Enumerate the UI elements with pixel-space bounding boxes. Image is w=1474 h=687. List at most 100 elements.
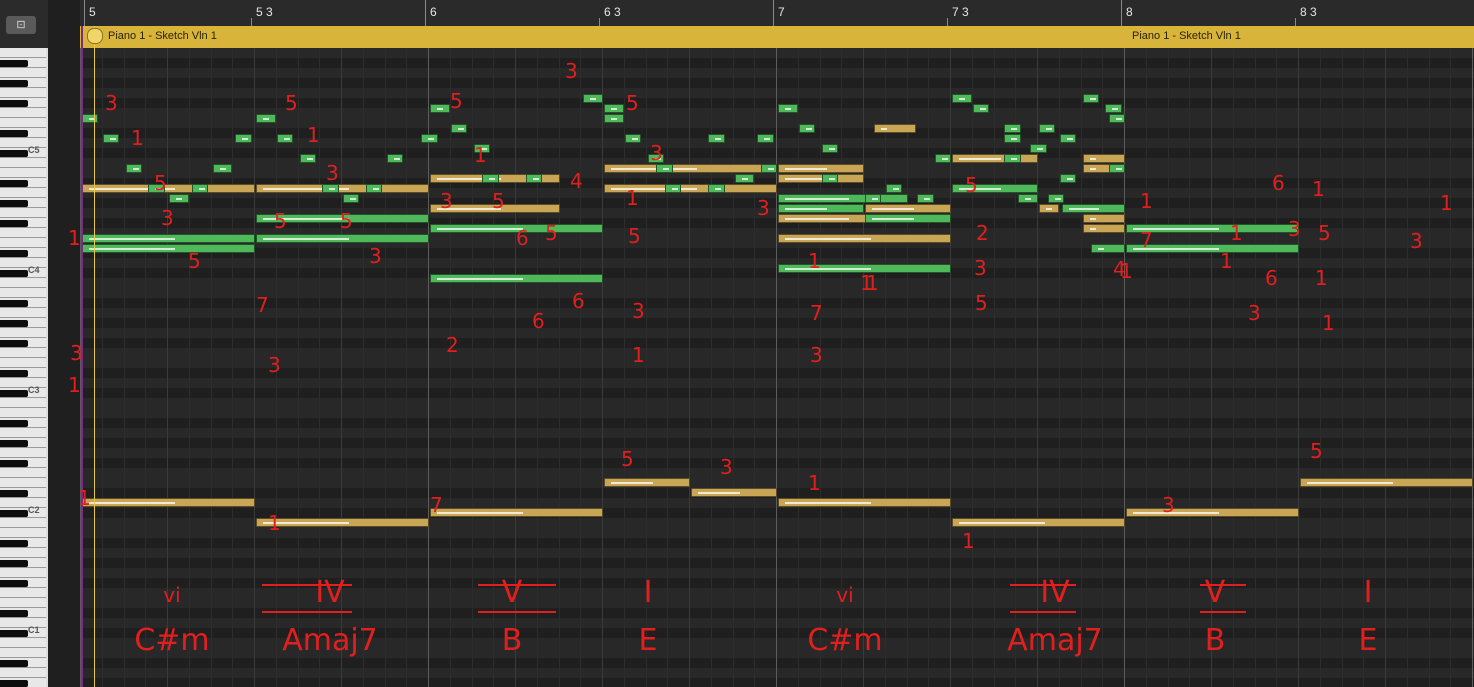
black-key[interactable] <box>0 660 28 667</box>
black-key[interactable] <box>0 320 28 327</box>
midi-note[interactable] <box>256 518 429 527</box>
midi-note[interactable] <box>885 184 903 193</box>
midi-note[interactable] <box>82 114 99 123</box>
midi-note[interactable] <box>798 124 816 133</box>
midi-note[interactable] <box>1108 114 1125 123</box>
midi-note[interactable] <box>430 104 450 113</box>
midi-note[interactable] <box>708 184 725 193</box>
black-key[interactable] <box>0 460 28 467</box>
midi-note[interactable] <box>583 94 603 103</box>
midi-note[interactable] <box>1018 194 1038 203</box>
midi-note[interactable] <box>604 114 624 123</box>
black-key[interactable] <box>0 390 28 397</box>
white-key[interactable] <box>0 48 46 58</box>
white-key[interactable] <box>0 238 46 248</box>
white-key[interactable] <box>0 528 46 538</box>
midi-note[interactable] <box>865 194 882 203</box>
white-key[interactable] <box>0 408 46 418</box>
white-key[interactable] <box>0 568 46 578</box>
midi-note[interactable] <box>365 184 382 193</box>
midi-note[interactable] <box>430 508 603 517</box>
white-key[interactable] <box>0 118 46 128</box>
black-key[interactable] <box>0 580 28 587</box>
black-key[interactable] <box>0 540 28 547</box>
midi-note[interactable] <box>1126 244 1299 253</box>
midi-note[interactable] <box>169 194 189 203</box>
white-key[interactable] <box>0 348 46 358</box>
midi-note[interactable] <box>865 214 951 223</box>
midi-note[interactable] <box>212 164 233 173</box>
white-key[interactable] <box>0 358 46 368</box>
black-key[interactable] <box>0 420 28 427</box>
midi-note[interactable] <box>604 478 690 487</box>
midi-note[interactable] <box>1004 124 1021 133</box>
black-key[interactable] <box>0 250 28 257</box>
midi-note[interactable] <box>482 174 499 183</box>
midi-note[interactable] <box>1126 508 1299 517</box>
midi-note[interactable] <box>1004 154 1021 163</box>
white-key[interactable] <box>0 548 46 558</box>
midi-note[interactable] <box>873 124 917 133</box>
black-key[interactable] <box>0 180 28 187</box>
midi-note[interactable] <box>256 214 429 223</box>
midi-note[interactable] <box>1082 154 1125 163</box>
midi-note[interactable] <box>1047 194 1065 203</box>
black-key[interactable] <box>0 220 28 227</box>
midi-note[interactable] <box>1030 144 1047 153</box>
midi-note[interactable] <box>256 184 429 193</box>
playhead[interactable] <box>94 26 95 687</box>
midi-note[interactable] <box>1091 244 1125 253</box>
playhead-handle[interactable] <box>87 28 103 44</box>
black-key[interactable] <box>0 510 28 517</box>
midi-note[interactable] <box>430 224 603 233</box>
midi-note[interactable] <box>604 164 777 173</box>
black-key[interactable] <box>0 490 28 497</box>
white-key[interactable] <box>0 88 46 98</box>
piano-keyboard[interactable]: C5 C4 C3 C2 C1 <box>0 48 48 687</box>
midi-note[interactable] <box>1082 94 1099 103</box>
midi-note[interactable] <box>691 488 777 497</box>
white-key[interactable] <box>0 428 46 438</box>
black-key[interactable] <box>0 150 28 157</box>
midi-note[interactable] <box>525 174 543 183</box>
white-key[interactable] <box>0 648 46 658</box>
white-key[interactable] <box>0 288 46 298</box>
black-key[interactable] <box>0 630 28 637</box>
white-key[interactable] <box>0 668 46 678</box>
midi-note[interactable] <box>102 134 120 143</box>
midi-note[interactable] <box>473 144 490 153</box>
midi-note[interactable] <box>148 184 165 193</box>
black-key[interactable] <box>0 610 28 617</box>
catch-playhead-icon[interactable]: ⊡ <box>6 16 36 34</box>
midi-note[interactable] <box>664 184 682 193</box>
midi-note[interactable] <box>1300 478 1473 487</box>
piano-roll-grid[interactable] <box>80 48 1474 687</box>
midi-note[interactable] <box>82 244 255 253</box>
midi-note[interactable] <box>82 498 255 507</box>
white-key[interactable] <box>0 158 46 168</box>
black-key[interactable] <box>0 440 28 447</box>
midi-note[interactable] <box>1039 124 1056 133</box>
black-key[interactable] <box>0 300 28 307</box>
white-key[interactable] <box>0 228 46 238</box>
midi-note[interactable] <box>647 154 664 163</box>
midi-note[interactable] <box>322 184 339 193</box>
white-key[interactable] <box>0 68 46 78</box>
midi-note[interactable] <box>125 164 142 173</box>
white-key[interactable] <box>0 468 46 478</box>
black-key[interactable] <box>0 60 28 67</box>
black-key[interactable] <box>0 80 28 87</box>
midi-note[interactable] <box>256 234 429 243</box>
midi-note[interactable] <box>430 204 560 213</box>
white-key[interactable] <box>0 188 46 198</box>
midi-note[interactable] <box>734 174 755 183</box>
midi-note[interactable] <box>778 104 798 113</box>
midi-note[interactable] <box>421 134 438 143</box>
midi-note[interactable] <box>82 234 255 243</box>
white-key[interactable] <box>0 478 46 488</box>
white-key[interactable] <box>0 168 46 178</box>
midi-note[interactable] <box>952 94 972 103</box>
black-key[interactable] <box>0 200 28 207</box>
black-key[interactable] <box>0 560 28 567</box>
midi-note[interactable] <box>865 204 951 213</box>
